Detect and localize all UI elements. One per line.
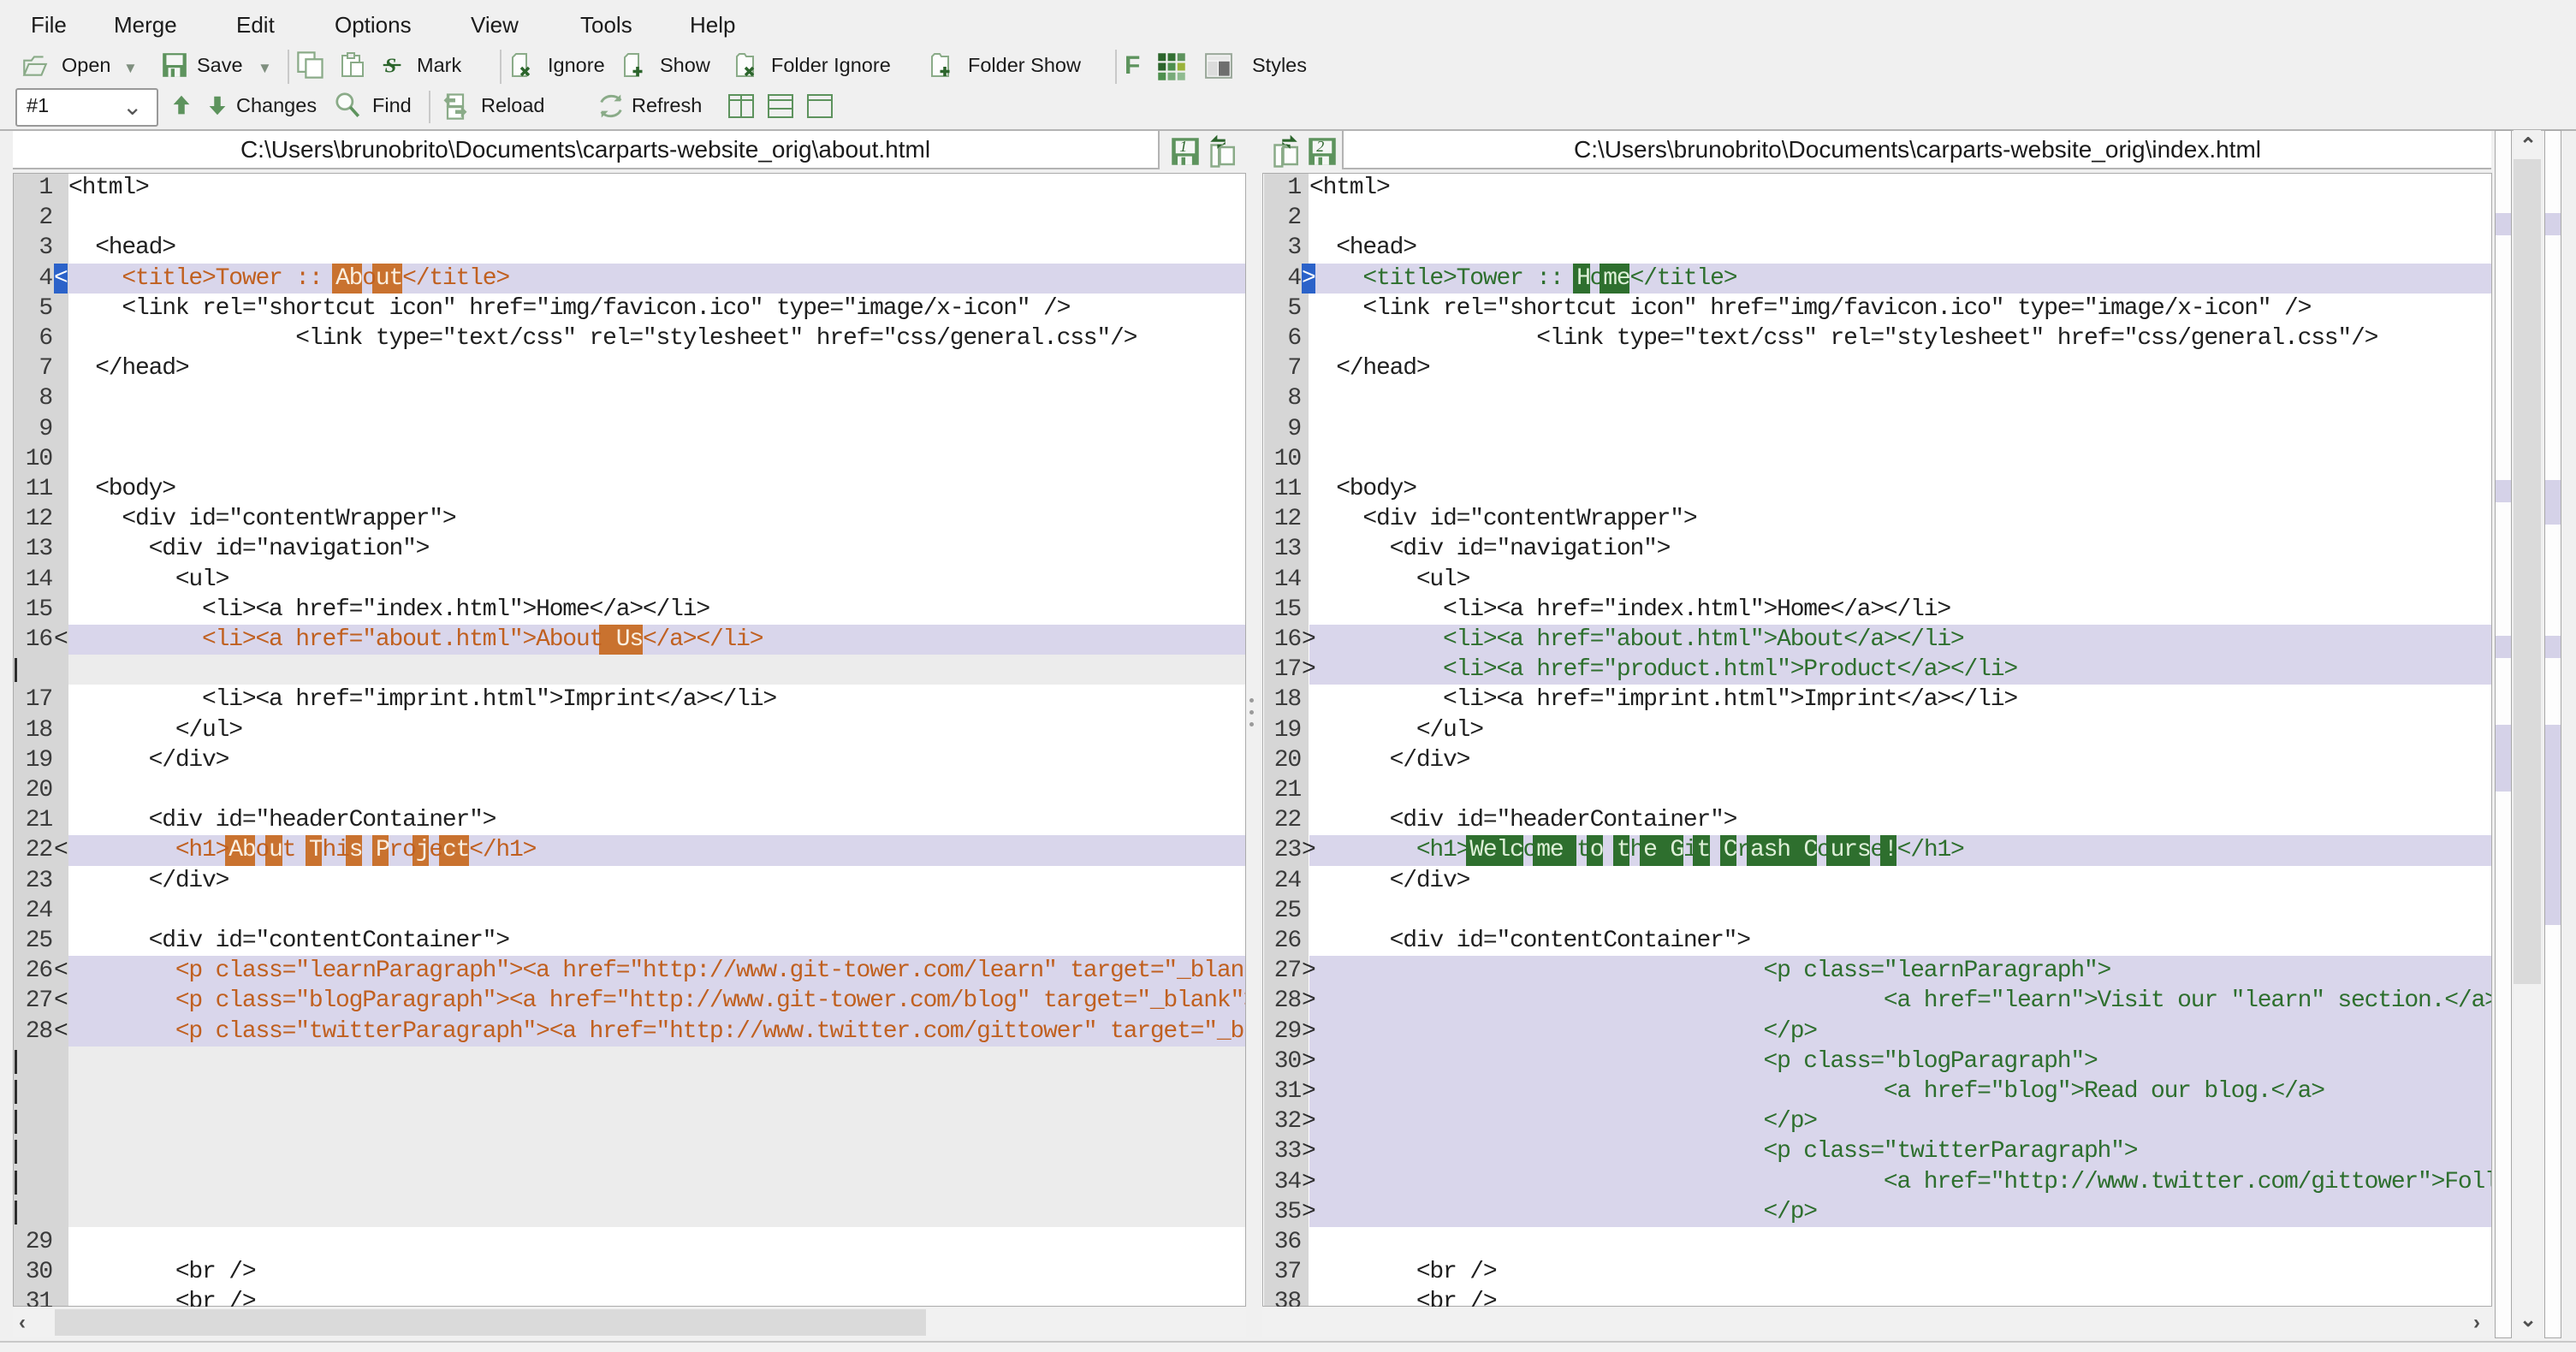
svg-text:F: F: [1125, 51, 1140, 79]
svg-text:1: 1: [1179, 138, 1187, 155]
svg-text:2: 2: [1316, 138, 1324, 155]
